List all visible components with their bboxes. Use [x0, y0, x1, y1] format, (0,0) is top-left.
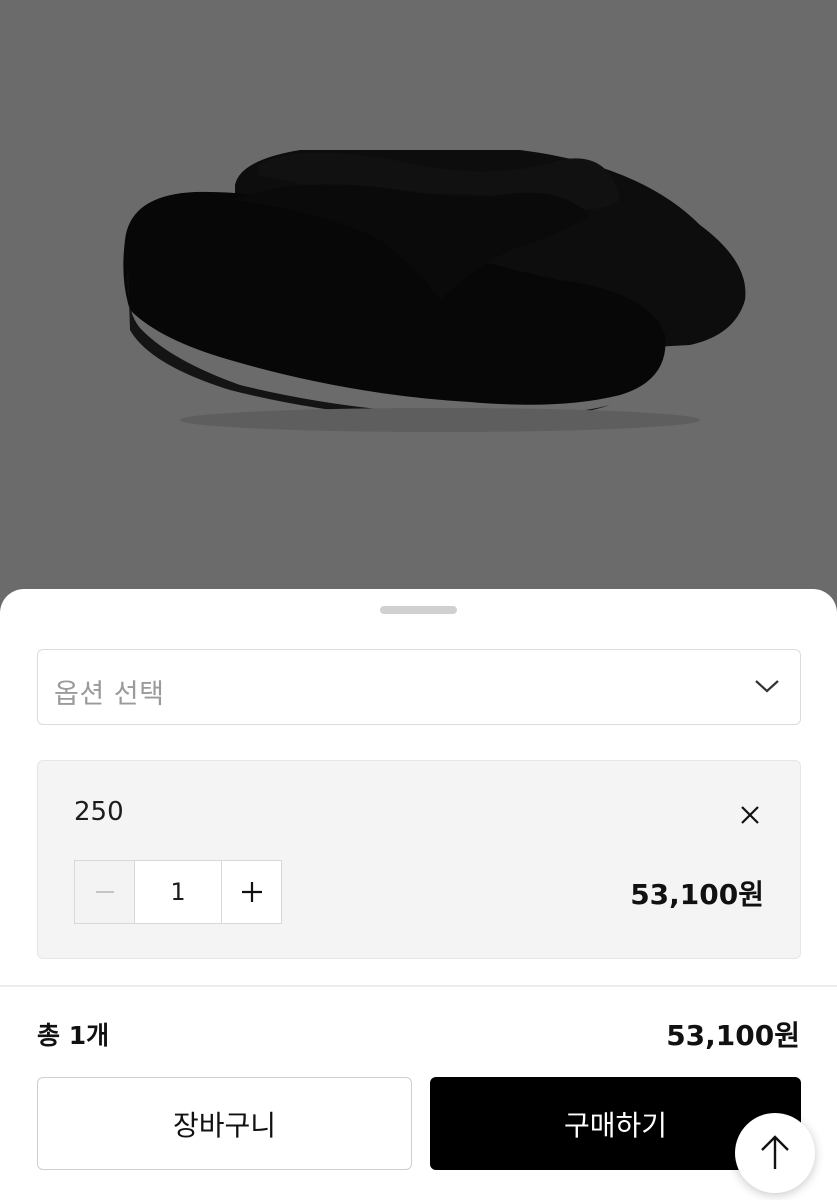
option-select-dropdown[interactable]: 옵션 선택 [37, 649, 801, 725]
total-price: 53,100원 [666, 1019, 800, 1052]
selected-size-label: 250 [74, 797, 124, 827]
add-to-cart-button[interactable]: 장바구니 [37, 1077, 412, 1170]
sheet-drag-handle[interactable] [380, 606, 457, 614]
buy-now-label: 구매하기 [563, 1108, 668, 1142]
quantity-increase-button[interactable] [221, 861, 281, 923]
quantity-decrease-button[interactable] [75, 861, 135, 923]
option-select-placeholder: 옵션 선택 [54, 679, 165, 710]
quantity-value[interactable]: 1 [135, 861, 221, 923]
minus-icon [95, 891, 114, 893]
divider [0, 985, 837, 987]
plus-icon [241, 882, 262, 902]
chevron-down-icon [755, 680, 779, 693]
scroll-to-top-button[interactable] [735, 1113, 815, 1193]
add-to-cart-label: 장바구니 [172, 1108, 277, 1142]
total-count: 총 1개 [37, 1021, 110, 1050]
bottom-sheet: 옵션 선택 250 1 53,100원 총 1개 53,100원 장바구니 구매… [0, 589, 837, 1200]
arrow-up-icon [761, 1135, 789, 1169]
product-image-area [0, 0, 837, 610]
product-image [123, 150, 746, 432]
close-icon[interactable] [738, 803, 762, 827]
item-price: 53,100원 [630, 878, 764, 911]
quantity-stepper: 1 [74, 860, 282, 924]
selected-option-panel: 250 1 53,100원 [37, 760, 801, 959]
